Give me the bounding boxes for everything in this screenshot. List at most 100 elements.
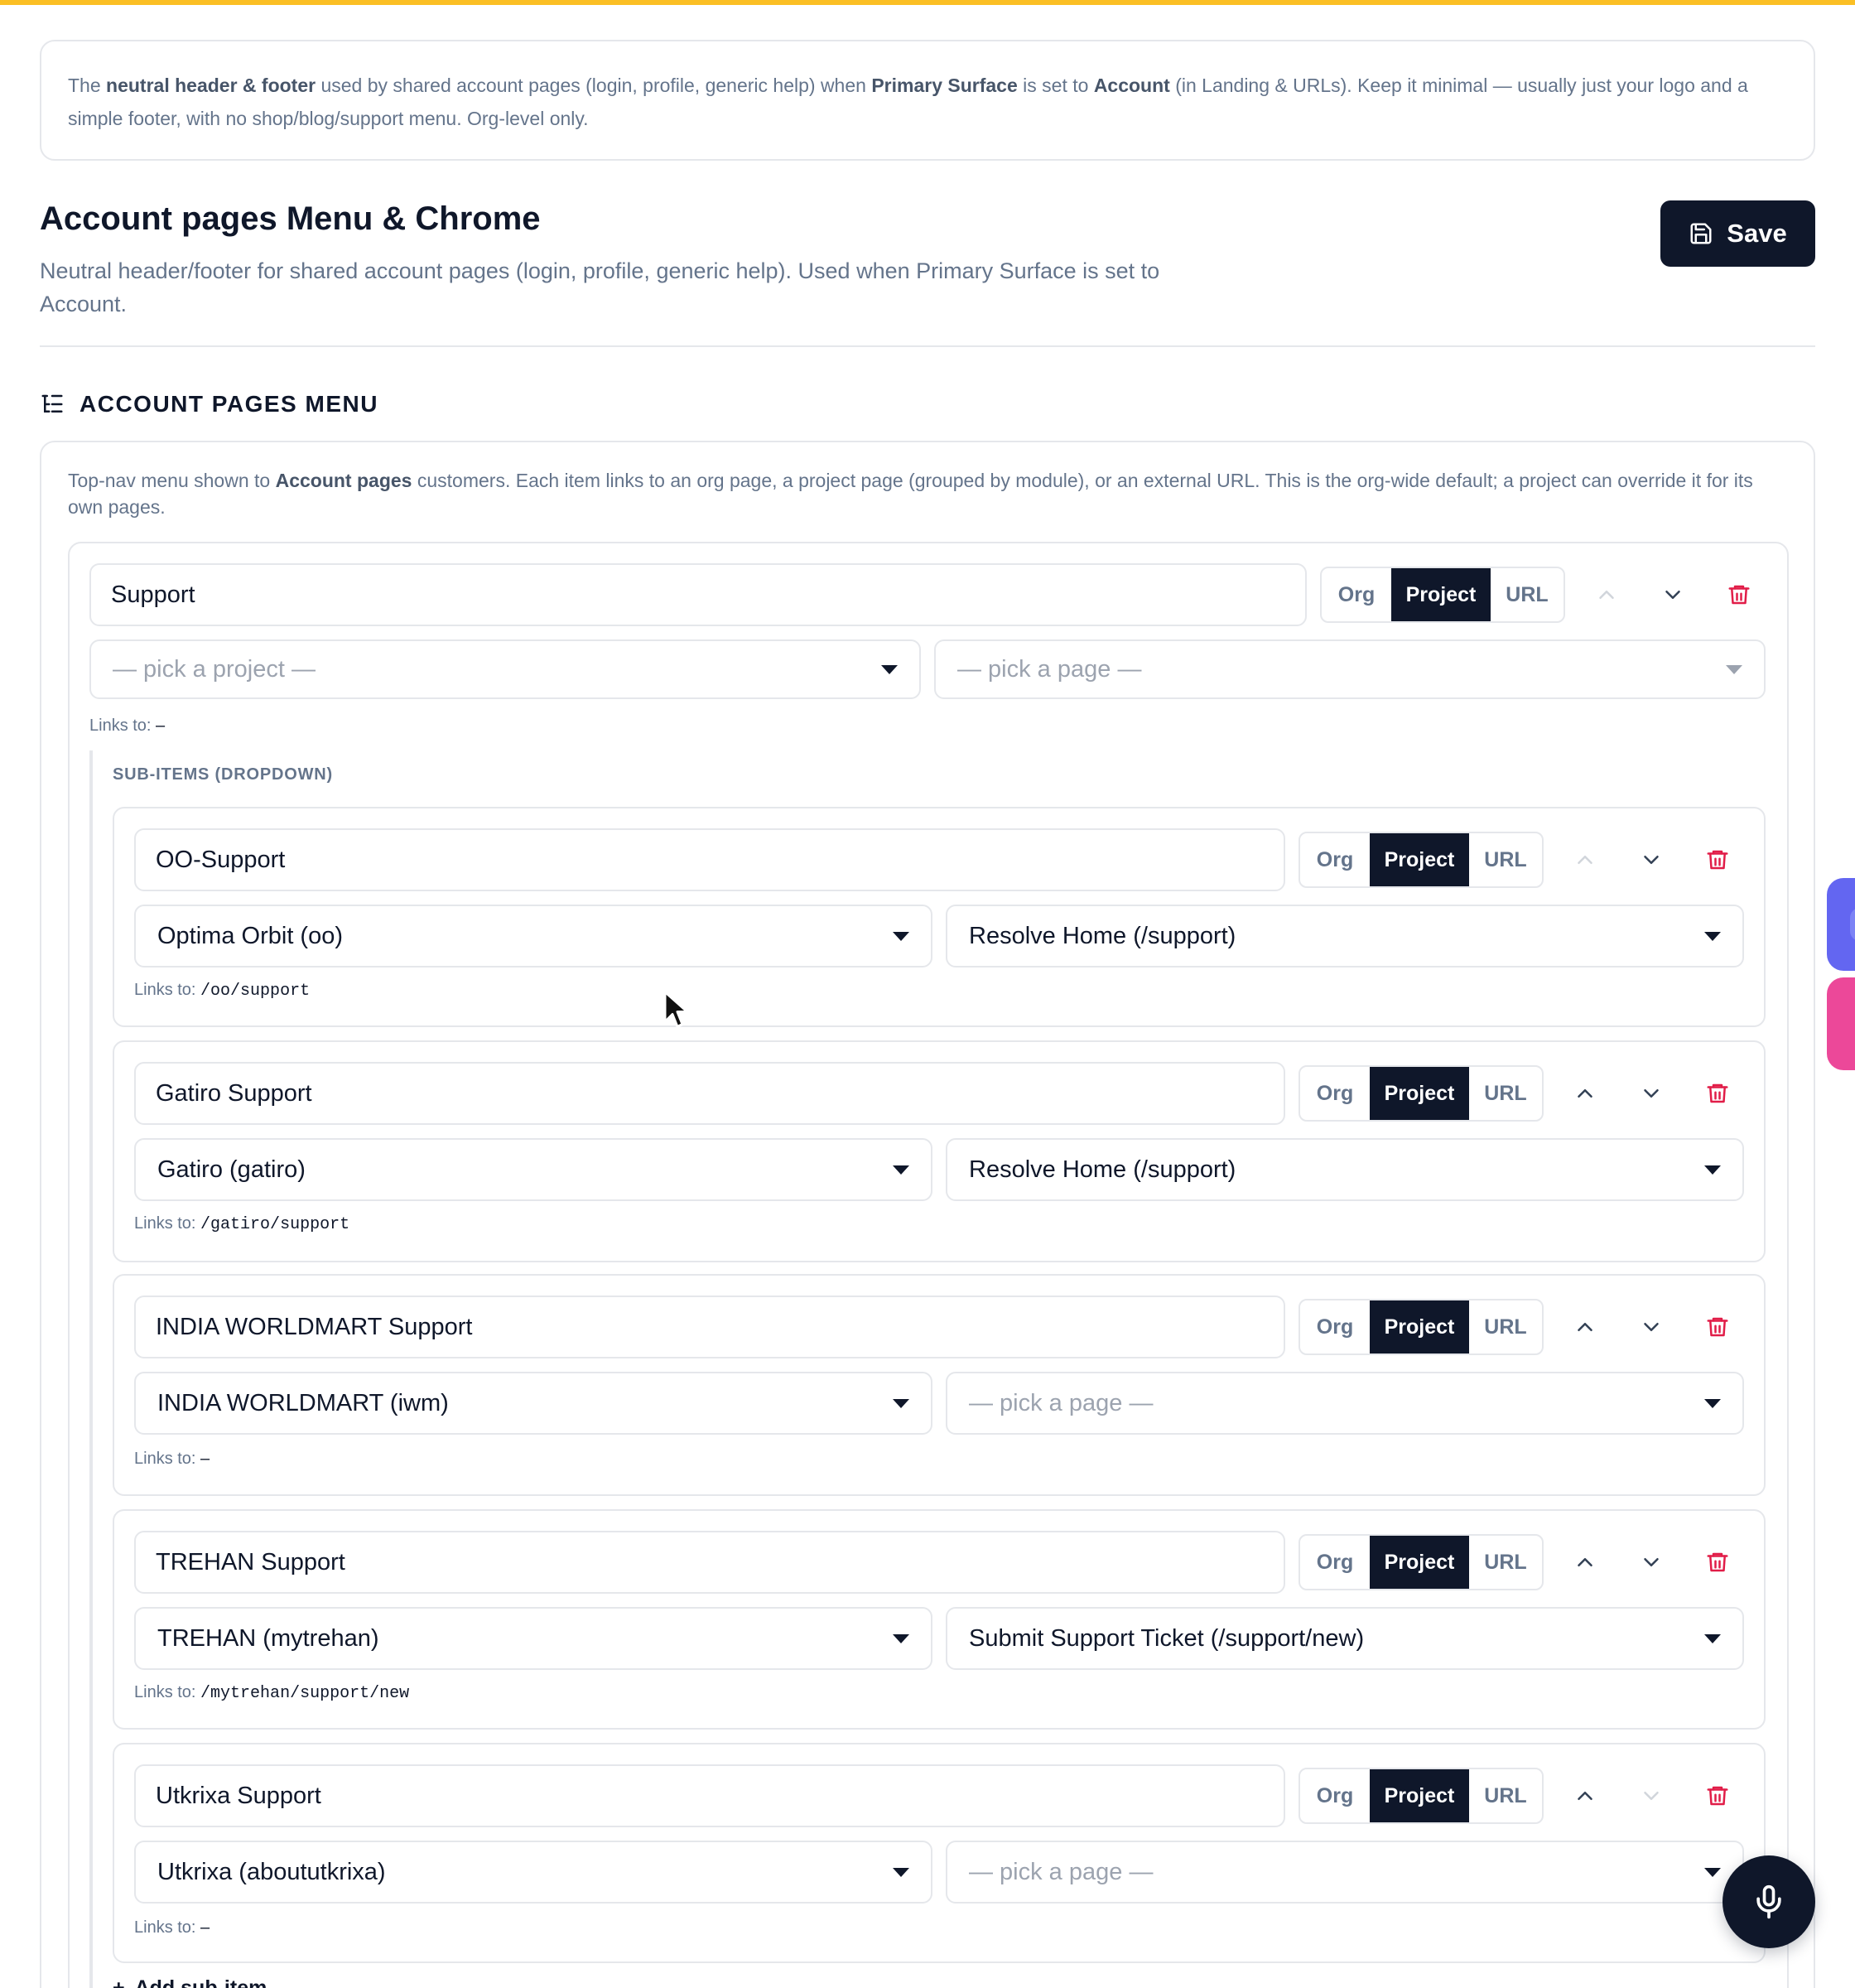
link-type-project[interactable]: Project (1370, 1536, 1469, 1589)
links-to: Links to: /gatiro/support (134, 1214, 350, 1234)
link-type-toggle[interactable]: Org Project URL (1298, 1768, 1544, 1824)
move-up-button[interactable] (1567, 1075, 1603, 1112)
page-select[interactable]: Resolve Home (/support) (946, 905, 1744, 967)
voice-input-button[interactable] (1722, 1855, 1815, 1948)
link-type-toggle[interactable]: Org Project URL (1298, 1299, 1544, 1355)
project-select[interactable]: — pick a project — (89, 639, 921, 699)
move-up-button[interactable] (1567, 842, 1603, 878)
link-type-org[interactable]: Org (1300, 833, 1370, 886)
link-type-project[interactable]: Project (1370, 833, 1469, 886)
move-up-button[interactable] (1588, 577, 1625, 613)
sub-item-label-input[interactable]: INDIA WORLDMART Support (134, 1296, 1285, 1358)
project-select-value: — pick a project — (113, 655, 316, 683)
move-down-button[interactable] (1633, 842, 1670, 878)
link-type-org[interactable]: Org (1300, 1300, 1370, 1353)
page-select[interactable]: — pick a page — (934, 639, 1766, 699)
page-select[interactable]: — pick a page — (946, 1841, 1744, 1904)
project-select[interactable]: TREHAN (mytrehan) (134, 1607, 932, 1670)
link-type-org[interactable]: Org (1300, 1067, 1370, 1120)
move-down-button[interactable] (1633, 1309, 1670, 1345)
sub-items-rail (89, 750, 93, 1988)
delete-button[interactable] (1699, 842, 1736, 878)
trash-icon (1707, 1083, 1728, 1103)
divider (40, 345, 1815, 347)
chevron-up-icon (1578, 856, 1592, 864)
delete-button[interactable] (1699, 1778, 1736, 1814)
link-type-url[interactable]: URL (1491, 568, 1564, 621)
page-select[interactable]: Submit Support Ticket (/support/new) (946, 1607, 1744, 1670)
project-select-value: Utkrixa (aboututkrixa) (157, 1858, 386, 1885)
add-sub-item-button[interactable]: + Add sub-item (113, 1976, 267, 1988)
caret-down-icon (893, 1633, 909, 1643)
floating-widget-blue[interactable] (1827, 878, 1855, 971)
save-button[interactable]: Save (1660, 200, 1815, 267)
sub-item-label-input[interactable]: Utkrixa Support (134, 1764, 1285, 1827)
move-down-button[interactable] (1633, 1075, 1670, 1112)
link-type-url[interactable]: URL (1469, 1067, 1542, 1120)
chevron-down-icon (1644, 1792, 1659, 1800)
page-select-value: Resolve Home (/support) (969, 922, 1236, 949)
move-up-button[interactable] (1567, 1309, 1603, 1345)
links-to: Links to: – (134, 1918, 210, 1937)
link-type-project[interactable]: Project (1370, 1067, 1469, 1120)
sub-items-label: SUB-ITEMS (DROPDOWN) (113, 765, 333, 784)
caret-down-icon (893, 931, 909, 941)
links-to: Links to: – (89, 717, 166, 735)
link-type-toggle[interactable]: Org Project URL (1298, 832, 1544, 888)
link-type-url[interactable]: URL (1469, 833, 1542, 886)
delete-button[interactable] (1721, 577, 1757, 613)
sub-item-label-input[interactable]: Gatiro Support (134, 1062, 1285, 1125)
caret-down-icon (893, 1165, 909, 1175)
link-type-org[interactable]: Org (1322, 568, 1391, 621)
move-up-button[interactable] (1567, 1778, 1603, 1814)
page-select[interactable]: Resolve Home (/support) (946, 1138, 1744, 1201)
link-type-org[interactable]: Org (1300, 1769, 1370, 1822)
chevron-up-icon (1578, 1792, 1592, 1800)
add-sub-item-label: Add sub-item (134, 1976, 267, 1988)
link-type-toggle[interactable]: Org Project URL (1298, 1065, 1544, 1122)
link-type-project[interactable]: Project (1391, 568, 1491, 621)
move-down-button[interactable] (1633, 1544, 1670, 1580)
sub-item-label-input[interactable]: OO-Support (134, 828, 1285, 891)
caret-down-icon (1726, 664, 1742, 674)
chevron-down-icon (1644, 1323, 1659, 1331)
move-up-button[interactable] (1567, 1544, 1603, 1580)
links-to: Links to: /mytrehan/support/new (134, 1683, 410, 1703)
floating-widget-pink[interactable] (1827, 977, 1855, 1070)
delete-button[interactable] (1699, 1544, 1736, 1580)
project-select[interactable]: Optima Orbit (oo) (134, 905, 932, 967)
project-select[interactable]: Utkrixa (aboututkrixa) (134, 1841, 932, 1904)
top-accent-bar (0, 0, 1855, 5)
project-select-value: Optima Orbit (oo) (157, 922, 343, 949)
project-select[interactable]: Gatiro (gatiro) (134, 1138, 932, 1201)
caret-down-icon (881, 664, 898, 674)
sub-item-label-input[interactable]: TREHAN Support (134, 1531, 1285, 1594)
move-down-button[interactable] (1633, 1778, 1670, 1814)
project-select-value: TREHAN (mytrehan) (157, 1624, 379, 1652)
link-type-url[interactable]: URL (1469, 1300, 1542, 1353)
move-down-button[interactable] (1655, 577, 1691, 613)
project-select-value: INDIA WORLDMART (iwm) (157, 1389, 449, 1416)
links-to: Links to: /oo/support (134, 981, 311, 1001)
link-type-org[interactable]: Org (1300, 1536, 1370, 1589)
save-button-label: Save (1727, 219, 1787, 248)
delete-button[interactable] (1699, 1075, 1736, 1112)
link-type-project[interactable]: Project (1370, 1300, 1469, 1353)
link-type-url[interactable]: URL (1469, 1536, 1542, 1589)
delete-button[interactable] (1699, 1309, 1736, 1345)
item-label-input[interactable]: Support (89, 563, 1307, 626)
trash-icon (1707, 1552, 1728, 1572)
link-type-url[interactable]: URL (1469, 1769, 1542, 1822)
chevron-up-icon (1599, 591, 1614, 599)
chevron-up-icon (1578, 1323, 1592, 1331)
link-type-toggle[interactable]: Org Project URL (1320, 567, 1565, 623)
chevron-down-icon (1665, 591, 1680, 599)
link-type-toggle[interactable]: Org Project URL (1298, 1534, 1544, 1590)
page-select-value: — pick a page — (969, 1389, 1154, 1416)
trash-icon (1707, 1786, 1728, 1806)
page-select[interactable]: — pick a page — (946, 1372, 1744, 1435)
project-select[interactable]: INDIA WORLDMART (iwm) (134, 1372, 932, 1435)
link-type-project[interactable]: Project (1370, 1769, 1469, 1822)
caret-down-icon (1704, 1633, 1721, 1643)
page-select-value: Submit Support Ticket (/support/new) (969, 1624, 1365, 1652)
